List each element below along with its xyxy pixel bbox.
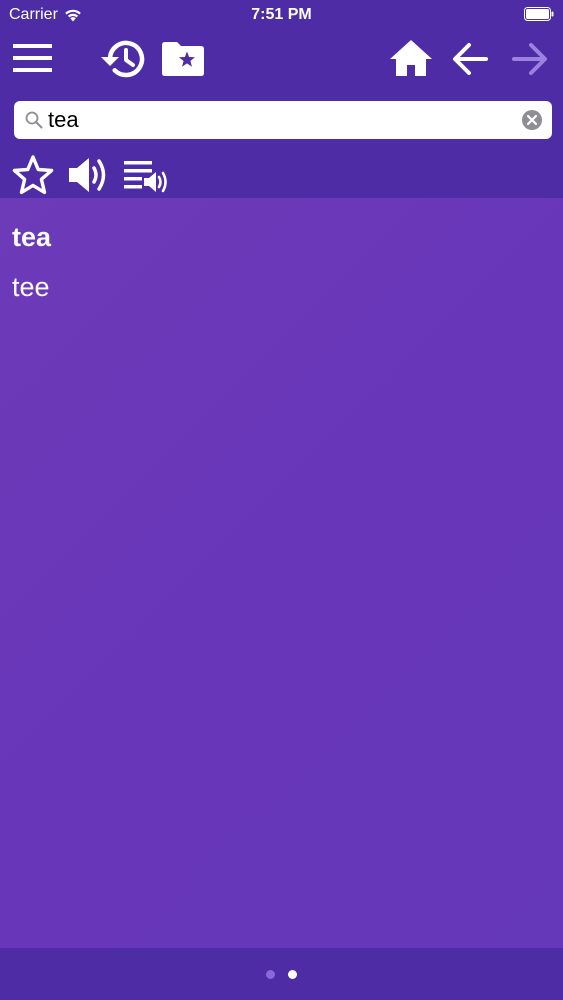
search-input[interactable] xyxy=(48,101,488,139)
speaker-icon[interactable] xyxy=(67,155,111,195)
playlist-speaker-icon[interactable] xyxy=(124,159,170,195)
arrow-right-icon[interactable] xyxy=(512,42,548,76)
menu-icon[interactable] xyxy=(13,44,53,72)
history-icon[interactable] xyxy=(100,39,146,79)
results-list: tea tee xyxy=(0,198,563,948)
toolbar xyxy=(0,30,563,198)
clear-search-icon[interactable] xyxy=(522,110,542,130)
arrow-left-icon[interactable] xyxy=(452,42,488,76)
result-item-tee[interactable]: tee xyxy=(12,272,50,303)
result-item-tea[interactable]: tea xyxy=(12,222,51,253)
page-dot-1[interactable] xyxy=(266,970,275,979)
search-box xyxy=(14,101,552,139)
favorites-folder-icon[interactable] xyxy=(162,42,204,76)
home-icon[interactable] xyxy=(390,40,432,76)
bottom-bar xyxy=(0,948,563,1000)
status-bar: Carrier 7:51 PM xyxy=(0,0,563,30)
battery-icon xyxy=(524,7,554,21)
page-dot-2-active[interactable] xyxy=(288,970,297,979)
star-outline-icon[interactable] xyxy=(12,155,54,195)
status-time: 7:51 PM xyxy=(251,6,312,23)
search-icon xyxy=(25,111,43,129)
